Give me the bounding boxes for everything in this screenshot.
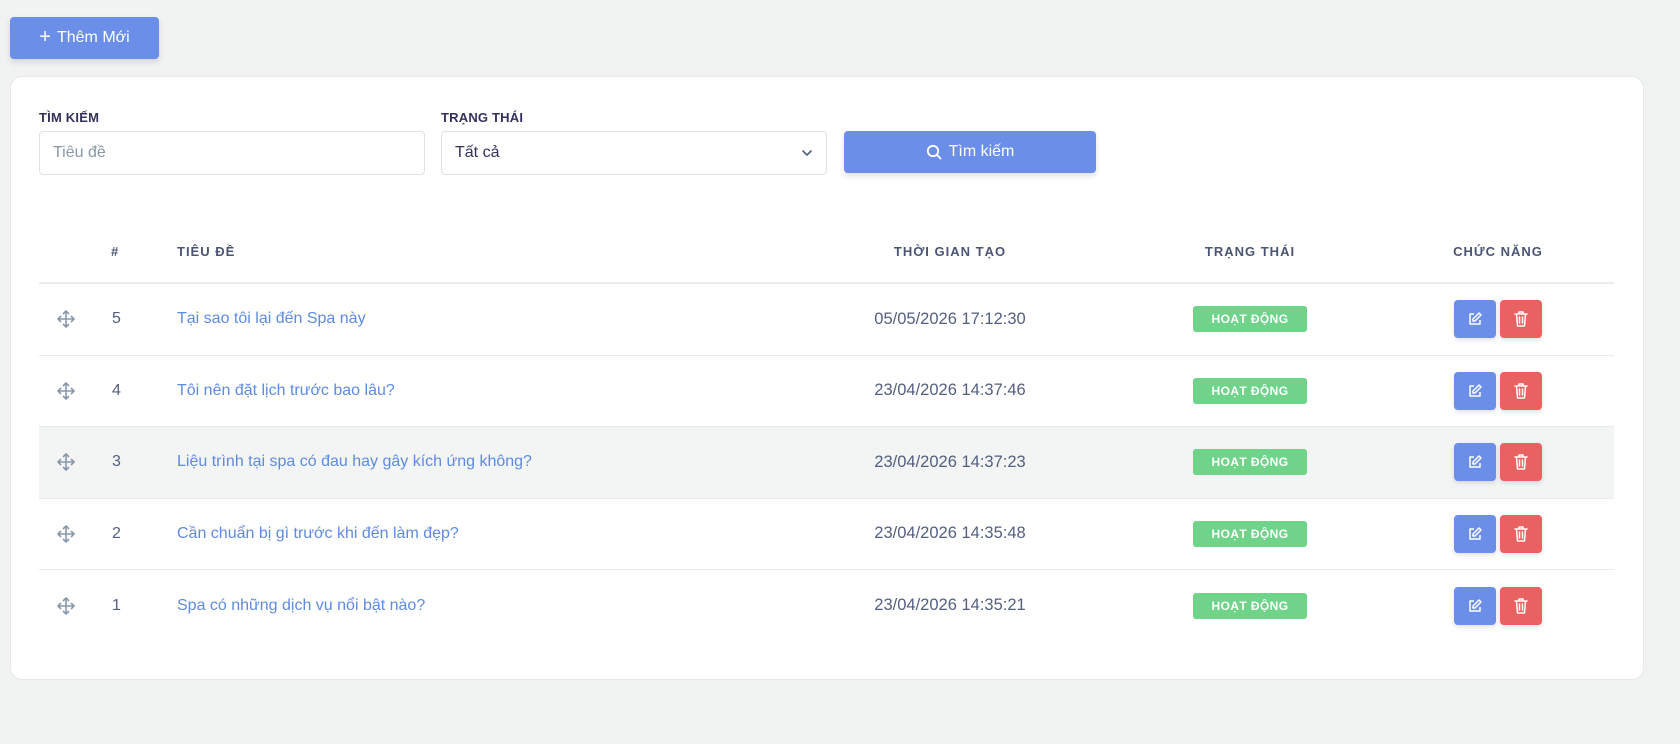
row-actions [1454, 356, 1542, 427]
move-icon[interactable] [56, 356, 76, 427]
row-title-link[interactable]: Tôi nên đặt lịch trước bao lâu? [177, 356, 395, 427]
row-number: 2 [112, 524, 121, 542]
delete-button[interactable] [1500, 514, 1542, 553]
status-select-value: Tất cả [455, 144, 500, 161]
search-button-label: Tìm kiếm [948, 143, 1015, 160]
edit-icon [1469, 312, 1482, 325]
row-created-time: 23/04/2026 14:35:48 [874, 524, 1026, 543]
search-label: TÌM KIẾM [39, 110, 100, 125]
delete-button[interactable] [1500, 443, 1542, 482]
edit-icon [1469, 384, 1482, 397]
col-title: TIÊU ĐỀ [177, 244, 236, 259]
row-created-time: 05/05/2026 17:12:30 [874, 309, 1026, 328]
delete-button[interactable] [1500, 300, 1542, 339]
row-number: 1 [112, 596, 121, 614]
status-badge: HOẠT ĐỘNG [1193, 520, 1307, 547]
edit-icon [1469, 527, 1482, 540]
add-new-button[interactable]: + Thêm Mới [10, 17, 159, 59]
status-badge: HOẠT ĐỘNG [1193, 449, 1307, 476]
edit-icon [1469, 455, 1482, 468]
trash-icon [1514, 311, 1528, 327]
table-body: 5 Tại sao tôi lại đến Spa này 05/05/2026… [39, 284, 1614, 642]
edit-button[interactable] [1454, 300, 1496, 339]
search-button[interactable]: Tìm kiếm [844, 131, 1096, 173]
plus-icon: + [39, 26, 51, 48]
status-cell: HOẠT ĐỘNG [1192, 427, 1308, 498]
status-cell: HOẠT ĐỘNG [1192, 356, 1308, 427]
edit-button[interactable] [1454, 371, 1496, 410]
row-title-link[interactable]: Cần chuẩn bị gì trước khi đến làm đẹp? [177, 499, 459, 570]
status-cell: HOẠT ĐỘNG [1192, 499, 1308, 570]
row-actions [1454, 427, 1542, 498]
chevron-down-icon [802, 150, 812, 156]
col-number: # [111, 244, 120, 259]
status-cell: HOẠT ĐỘNG [1192, 570, 1308, 642]
table-row: 2 Cần chuẩn bị gì trước khi đến làm đẹp?… [39, 499, 1614, 570]
trash-icon [1514, 598, 1528, 614]
row-title-link[interactable]: Liệu trình tại spa có đau hay gây kích ứ… [177, 427, 532, 498]
status-badge: HOẠT ĐỘNG [1193, 377, 1307, 404]
status-cell: HOẠT ĐỘNG [1192, 284, 1308, 355]
add-new-label: Thêm Mới [56, 29, 130, 46]
move-icon[interactable] [56, 570, 76, 642]
status-badge: HOẠT ĐỘNG [1193, 592, 1307, 619]
trash-icon [1514, 383, 1528, 399]
edit-button[interactable] [1454, 514, 1496, 553]
status-filter-label: TRẠNG THÁI [441, 110, 524, 125]
edit-icon [1469, 599, 1482, 612]
trash-icon [1514, 454, 1528, 470]
row-created-time: 23/04/2026 14:37:46 [874, 381, 1026, 400]
table-row: 4 Tôi nên đặt lịch trước bao lâu? 23/04/… [39, 356, 1614, 427]
row-created-time: 23/04/2026 14:35:21 [874, 596, 1026, 615]
table-header: # TIÊU ĐỀ THỜI GIAN TẠO TRẠNG THÁI CHỨC … [39, 222, 1614, 284]
row-actions [1454, 570, 1542, 642]
move-icon[interactable] [56, 284, 76, 355]
col-actions: CHỨC NĂNG [1453, 244, 1543, 259]
delete-button[interactable] [1500, 371, 1542, 410]
row-actions [1454, 499, 1542, 570]
search-input[interactable] [39, 131, 425, 175]
status-badge: HOẠT ĐỘNG [1193, 306, 1307, 333]
row-title-link[interactable]: Tại sao tôi lại đến Spa này [177, 284, 366, 355]
faq-table: # TIÊU ĐỀ THỜI GIAN TẠO TRẠNG THÁI CHỨC … [39, 222, 1614, 642]
row-title-link[interactable]: Spa có những dịch vụ nổi bật nào? [177, 570, 425, 642]
move-icon[interactable] [56, 499, 76, 570]
table-row: 1 Spa có những dịch vụ nổi bật nào? 23/0… [39, 570, 1614, 642]
trash-icon [1514, 526, 1528, 542]
col-created-time: THỜI GIAN TẠO [893, 244, 1007, 259]
search-icon [926, 144, 942, 160]
table-row: 3 Liệu trình tại spa có đau hay gây kích… [39, 427, 1614, 499]
row-number: 4 [112, 381, 121, 399]
row-created-time: 23/04/2026 14:37:23 [874, 452, 1026, 471]
status-select[interactable]: Tất cả [441, 131, 827, 175]
row-number: 5 [112, 310, 121, 328]
edit-button[interactable] [1454, 443, 1496, 482]
row-actions [1454, 284, 1542, 355]
edit-button[interactable] [1454, 586, 1496, 625]
row-number: 3 [112, 453, 121, 471]
table-row: 5 Tại sao tôi lại đến Spa này 05/05/2026… [39, 284, 1614, 356]
delete-button[interactable] [1500, 586, 1542, 625]
col-status: TRẠNG THÁI [1204, 244, 1296, 259]
move-icon[interactable] [56, 427, 76, 498]
content-card: TÌM KIẾM TRẠNG THÁI Tất cả Tìm kiếm # TI… [10, 76, 1644, 680]
